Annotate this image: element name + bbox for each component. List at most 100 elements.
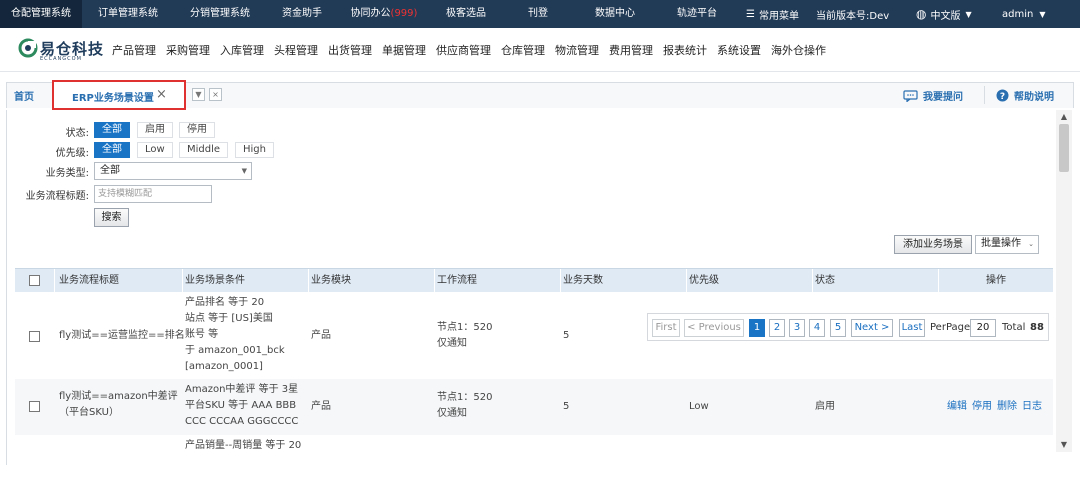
title-search-input[interactable]: 支持模糊匹配 bbox=[94, 185, 212, 203]
workflow-node: 节点1：520 bbox=[437, 322, 493, 333]
biz-type-value: 全部 bbox=[100, 165, 120, 176]
menu-item-inbound[interactable]: 入库管理 bbox=[220, 42, 264, 58]
log-link[interactable]: 日志 bbox=[1022, 401, 1042, 412]
tab-erp-scene-settings[interactable]: ERP业务场景设置 × bbox=[52, 80, 186, 110]
system-tab-collab[interactable]: 协同办公(999) bbox=[338, 0, 430, 28]
status-option-all[interactable]: 全部 bbox=[94, 122, 130, 138]
last-page-button[interactable]: Last bbox=[899, 319, 925, 337]
priority-option-middle[interactable]: Middle bbox=[179, 142, 229, 158]
main-menu: 产品管理 采购管理 入库管理 头程管理 出货管理 单据管理 供应商管理 仓库管理… bbox=[112, 28, 836, 72]
menu-item-reports[interactable]: 报表统计 bbox=[663, 42, 707, 58]
top-system-bar: 仓配管理系统 订单管理系统 分销管理系统 资金助手 协同办公(999) 极客选品… bbox=[0, 0, 1080, 28]
batch-operation-value: 批量操作 bbox=[981, 238, 1021, 249]
first-page-button[interactable]: First bbox=[652, 319, 680, 337]
row-module: 产品 bbox=[311, 330, 331, 341]
previous-page-button[interactable]: < Previous bbox=[684, 319, 744, 337]
row-title-line: （平台SKU） bbox=[59, 407, 119, 418]
page-button-5[interactable]: 5 bbox=[830, 319, 846, 337]
menu-item-documents[interactable]: 单据管理 bbox=[382, 42, 426, 58]
priority-option-low[interactable]: Low bbox=[137, 142, 173, 158]
delete-link[interactable]: 删除 bbox=[997, 401, 1017, 412]
page-button-1[interactable]: 1 bbox=[749, 319, 765, 337]
common-menu-button[interactable]: ☰ 常用菜单 bbox=[738, 0, 808, 28]
tab-home[interactable]: 首页 bbox=[14, 88, 34, 103]
col-header-priority: 优先级 bbox=[687, 269, 813, 293]
globe-icon: ◍ bbox=[916, 7, 927, 21]
row-title: fly测试==amazon中差评 （平台SKU） bbox=[59, 389, 183, 421]
page-tab-row: 首页 ERP业务场景设置 × ▼ × 我要提问 ? 帮助说明 bbox=[0, 72, 1080, 110]
menu-item-purchase[interactable]: 采购管理 bbox=[166, 42, 210, 58]
workflow-node: 节点1：520 bbox=[437, 392, 493, 403]
col-header-workflow: 工作流程 bbox=[435, 269, 561, 293]
biz-type-select[interactable]: 全部 ▼ bbox=[94, 162, 252, 180]
menu-item-logistics[interactable]: 物流管理 bbox=[555, 42, 599, 58]
col-header-actions: 操作 bbox=[986, 275, 1006, 286]
condition-line: Amazon中差评 等于 3星 bbox=[185, 384, 299, 395]
menu-item-supplier[interactable]: 供应商管理 bbox=[436, 42, 491, 58]
page-button-3[interactable]: 3 bbox=[789, 319, 805, 337]
row-conditions: 产品销量--周销量 等于 20 bbox=[185, 438, 301, 454]
menu-item-outbound[interactable]: 出货管理 bbox=[328, 42, 372, 58]
close-icon[interactable]: × bbox=[156, 87, 167, 102]
batch-operation-select[interactable]: 批量操作 ⌄ bbox=[975, 235, 1039, 254]
system-tab-product-selection[interactable]: 极客选品 bbox=[430, 0, 502, 28]
next-page-button[interactable]: Next > bbox=[851, 319, 893, 337]
condition-line: 账号 等 bbox=[185, 329, 219, 340]
system-tab-funds[interactable]: 资金助手 bbox=[266, 0, 338, 28]
row-checkbox[interactable] bbox=[29, 401, 40, 412]
help-guide-link[interactable]: ? 帮助说明 bbox=[996, 88, 1054, 103]
chevron-down-icon: ▼ bbox=[241, 167, 247, 175]
system-tab-listing[interactable]: 刊登 bbox=[502, 0, 574, 28]
system-tab-wms[interactable]: 仓配管理系统 bbox=[0, 0, 82, 28]
chevron-down-icon: ⌄ bbox=[1028, 240, 1034, 248]
scroll-up-icon[interactable]: ▲ bbox=[1056, 110, 1072, 124]
svg-text:?: ? bbox=[1000, 92, 1005, 102]
per-page-input[interactable]: 20 bbox=[970, 319, 996, 337]
menu-item-first-leg[interactable]: 头程管理 bbox=[274, 42, 318, 58]
col-header-days: 业务天数 bbox=[561, 269, 687, 293]
scroll-thumb[interactable] bbox=[1059, 124, 1069, 172]
main-content: 状态: 全部 启用 停用 优先级: 全部 Low Middle High 业务类… bbox=[6, 110, 1056, 465]
page-button-4[interactable]: 4 bbox=[809, 319, 825, 337]
status-option-enabled[interactable]: 启用 bbox=[137, 122, 173, 138]
menu-item-fees[interactable]: 费用管理 bbox=[609, 42, 653, 58]
menu-item-warehouse[interactable]: 仓库管理 bbox=[501, 42, 545, 58]
notification-badge: (999) bbox=[390, 8, 418, 19]
priority-option-high[interactable]: High bbox=[235, 142, 274, 158]
row-checkbox[interactable] bbox=[29, 331, 40, 342]
page-button-2[interactable]: 2 bbox=[769, 319, 785, 337]
vertical-scrollbar[interactable]: ▲ ▼ bbox=[1056, 110, 1072, 452]
menu-item-product[interactable]: 产品管理 bbox=[112, 42, 156, 58]
ask-question-link[interactable]: 我要提问 bbox=[903, 88, 963, 103]
row-workflow: 节点1：520 仅通知 bbox=[437, 390, 492, 422]
close-all-tabs-icon[interactable]: × bbox=[209, 88, 222, 101]
edit-link[interactable]: 编辑 bbox=[947, 401, 967, 412]
system-tab-data-center[interactable]: 数据中心 bbox=[574, 0, 656, 28]
company-logo: 易仓科技 ECCANGCOM bbox=[18, 36, 104, 64]
workflow-mode: 仅通知 bbox=[437, 408, 467, 419]
tab-dropdown-icon[interactable]: ▼ bbox=[192, 88, 205, 101]
menu-lines-icon: ☰ bbox=[746, 8, 755, 20]
col-header-status: 状态 bbox=[813, 269, 939, 293]
add-scene-button[interactable]: 添加业务场景 bbox=[894, 235, 972, 254]
user-menu[interactable]: admin ▼ bbox=[984, 0, 1062, 28]
row-module: 产品 bbox=[311, 401, 331, 412]
select-all-checkbox[interactable] bbox=[29, 275, 40, 286]
language-label: 中文版 bbox=[930, 10, 961, 22]
scroll-down-icon[interactable]: ▼ bbox=[1056, 438, 1072, 452]
system-tab-distribution[interactable]: 分销管理系统 bbox=[174, 0, 266, 28]
condition-line: 站点 等于 [US]美国 bbox=[185, 313, 273, 324]
disable-link[interactable]: 停用 bbox=[972, 401, 992, 412]
priority-option-all[interactable]: 全部 bbox=[94, 142, 130, 158]
system-tab-tracking[interactable]: 轨迹平台 bbox=[656, 0, 738, 28]
language-switch[interactable]: ◍ 中文版 ▼ bbox=[906, 0, 984, 28]
search-button[interactable]: 搜索 bbox=[94, 208, 129, 227]
col-header-conditions: 业务场景条件 bbox=[183, 269, 309, 293]
menu-item-settings[interactable]: 系统设置 bbox=[717, 42, 761, 58]
status-option-disabled[interactable]: 停用 bbox=[179, 122, 215, 138]
common-menu-label: 常用菜单 bbox=[758, 10, 799, 22]
total-label: Total bbox=[1002, 322, 1026, 333]
menu-item-overseas-warehouse[interactable]: 海外仓操作 bbox=[771, 42, 826, 58]
priority-filter-label: 优先级: bbox=[55, 148, 89, 159]
system-tab-oms[interactable]: 订单管理系统 bbox=[82, 0, 174, 28]
